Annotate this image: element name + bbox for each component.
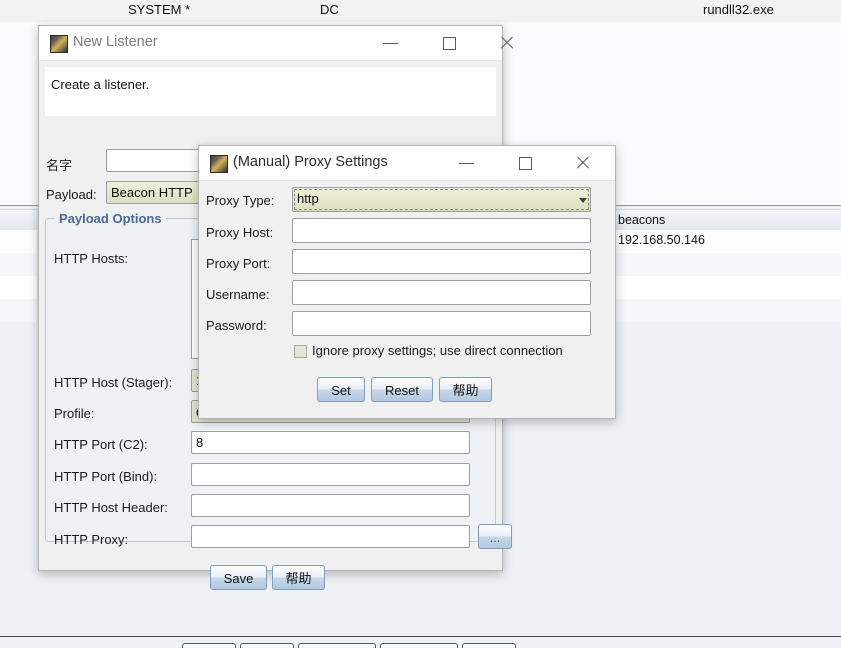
background-tab-button[interactable]: [298, 643, 376, 648]
background-tab-button[interactable]: [182, 643, 236, 648]
app-icon: [50, 35, 68, 53]
http-port-bind-input[interactable]: [191, 463, 470, 486]
background-tab-button[interactable]: [462, 643, 516, 648]
proxy-settings-titlebar[interactable]: (Manual) Proxy Settings: [199, 146, 615, 181]
minimize-button[interactable]: [450, 146, 484, 180]
background-tab-button[interactable]: [240, 643, 294, 648]
http-proxy-input[interactable]: [191, 525, 470, 548]
close-button[interactable]: [566, 146, 600, 180]
http-port-bind-label: HTTP Port (Bind):: [54, 469, 158, 484]
username-label: Username:: [206, 287, 270, 302]
proxy-host-input[interactable]: [292, 218, 591, 243]
background-column-system: SYSTEM *: [128, 2, 191, 17]
ignore-proxy-checkbox[interactable]: [294, 345, 307, 358]
http-host-header-label: HTTP Host Header:: [54, 500, 168, 515]
maximize-icon: [519, 157, 532, 170]
new-listener-title: New Listener: [73, 34, 158, 50]
http-port-c2-label: HTTP Port (C2):: [54, 437, 148, 452]
background-bottom-divider: [0, 636, 841, 637]
proxy-settings-window: (Manual) Proxy Settings Proxy Type: http…: [198, 145, 616, 419]
maximize-icon: [443, 37, 456, 50]
proxy-settings-body: Proxy Type: http Proxy Host: Proxy Port:…: [199, 181, 615, 418]
reset-button[interactable]: Reset: [371, 377, 433, 402]
password-input[interactable]: [292, 311, 591, 336]
proxy-host-label: Proxy Host:: [206, 225, 274, 240]
listener-description: Create a listener.: [45, 67, 496, 116]
app-icon: [210, 155, 228, 173]
new-listener-titlebar[interactable]: New Listener: [39, 26, 514, 61]
table-cell-host: 192.168.50.146: [618, 233, 705, 247]
proxy-port-input[interactable]: [292, 249, 591, 274]
proxy-type-label: Proxy Type:: [206, 193, 275, 208]
name-label: 名字: [46, 158, 73, 173]
password-label: Password:: [206, 318, 267, 333]
minimize-icon: [459, 163, 474, 164]
save-button[interactable]: Save: [210, 565, 267, 590]
table-header-beacons: beacons: [618, 213, 666, 227]
chevron-down-icon: [579, 197, 587, 203]
set-button[interactable]: Set: [317, 377, 365, 402]
http-host-header-input[interactable]: [191, 494, 470, 517]
background-column-dc: DC: [320, 2, 339, 17]
background-column-process: rundll32.exe: [703, 2, 774, 17]
close-button[interactable]: [490, 26, 524, 60]
proxy-type-combo[interactable]: http: [292, 187, 591, 212]
http-port-c2-input[interactable]: 8: [191, 431, 470, 454]
username-input[interactable]: [292, 280, 591, 305]
http-proxy-browse-button[interactable]: ...: [478, 524, 512, 549]
background-tab-button[interactable]: [380, 643, 458, 648]
payload-options-title: Payload Options: [55, 211, 166, 226]
proxy-settings-title: (Manual) Proxy Settings: [233, 154, 388, 170]
minimize-icon: [383, 43, 398, 44]
profile-label: Profile:: [54, 406, 95, 421]
maximize-button[interactable]: [432, 26, 466, 60]
listener-help-button[interactable]: 帮助: [272, 565, 325, 590]
screen: SYSTEM * DC rundll32.exe beacons 192.168…: [0, 0, 841, 648]
payload-label: Payload:: [46, 187, 97, 202]
proxy-help-button[interactable]: 帮助: [439, 377, 492, 402]
http-hosts-label: HTTP Hosts:: [54, 251, 129, 266]
http-proxy-label: HTTP Proxy:: [54, 532, 129, 547]
maximize-button[interactable]: [508, 146, 542, 180]
http-host-stager-label: HTTP Host (Stager):: [54, 375, 173, 390]
ignore-proxy-label: Ignore proxy settings; use direct connec…: [312, 343, 563, 358]
minimize-button[interactable]: [374, 26, 408, 60]
proxy-port-label: Proxy Port:: [206, 256, 271, 271]
